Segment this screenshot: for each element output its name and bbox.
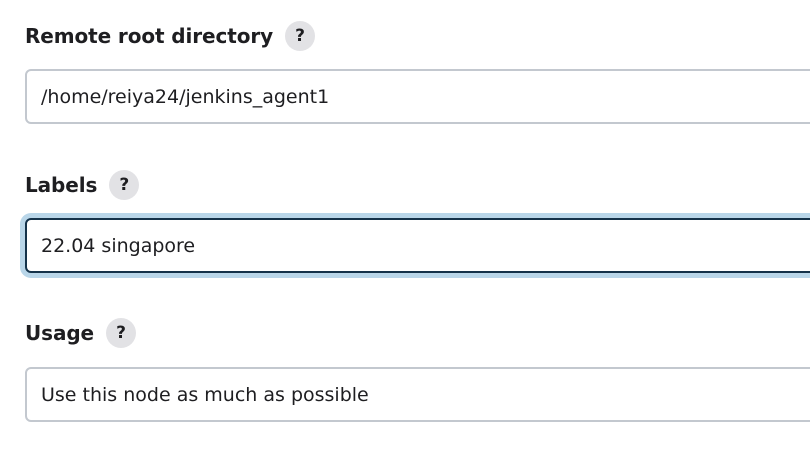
labels-label: Labels (25, 173, 98, 197)
node-config-form: Remote root directory ? /home/reiya24/je… (0, 0, 810, 458)
labels-input[interactable]: 22.04 singapore (25, 218, 810, 273)
usage-label-row: Usage ? (25, 317, 810, 349)
remote-root-directory-label: Remote root directory (25, 24, 274, 48)
usage-select[interactable]: Use this node as much as possible (25, 367, 810, 422)
help-icon[interactable]: ? (106, 318, 137, 348)
labels-label-row: Labels ? (25, 169, 810, 201)
help-icon[interactable]: ? (109, 170, 140, 200)
remote-root-directory-label-row: Remote root directory ? (25, 20, 810, 52)
usage-label: Usage (25, 321, 95, 345)
remote-root-directory-input[interactable]: /home/reiya24/jenkins_agent1 (25, 69, 810, 124)
help-icon[interactable]: ? (285, 21, 316, 51)
